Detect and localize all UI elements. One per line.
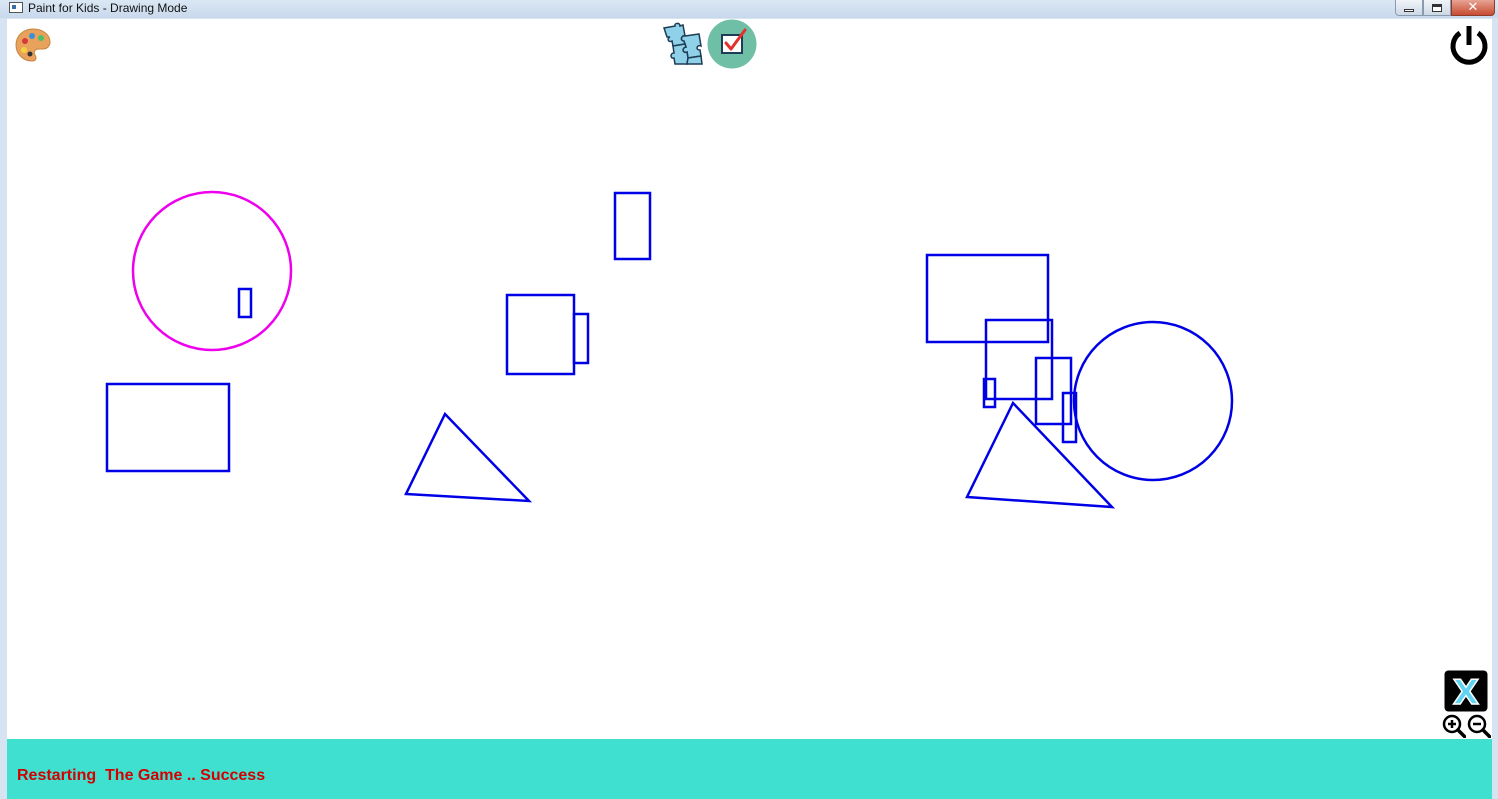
circle-shape[interactable] bbox=[1072, 320, 1234, 482]
status-bar: Restarting The Game .. Success bbox=[7, 739, 1492, 799]
rectangle-shape[interactable] bbox=[572, 312, 590, 365]
drawing-canvas[interactable]: X bbox=[7, 19, 1492, 739]
minimize-icon bbox=[1404, 9, 1414, 12]
title-bar: Paint for Kids - Drawing Mode ✕ bbox=[0, 0, 1498, 18]
minimize-button[interactable] bbox=[1395, 0, 1423, 16]
shapes-layer bbox=[105, 190, 1234, 509]
app-icon bbox=[9, 2, 23, 13]
rectangle-shape[interactable] bbox=[237, 287, 253, 319]
circle-shape[interactable] bbox=[131, 190, 293, 352]
rectangle-shape[interactable] bbox=[505, 293, 576, 376]
maximize-icon bbox=[1432, 3, 1442, 12]
rectangle-shape[interactable] bbox=[105, 382, 231, 473]
close-window-button[interactable]: ✕ bbox=[1451, 0, 1495, 16]
close-icon: ✕ bbox=[1467, 0, 1479, 15]
rectangle-shape[interactable] bbox=[925, 253, 1050, 344]
triangle-shape[interactable] bbox=[965, 400, 1116, 509]
maximize-button[interactable] bbox=[1423, 0, 1451, 16]
rectangle-shape[interactable] bbox=[1034, 356, 1073, 426]
rectangle-shape[interactable] bbox=[613, 191, 652, 261]
window-title: Paint for Kids - Drawing Mode bbox=[28, 1, 188, 15]
triangle-shape[interactable] bbox=[404, 411, 533, 503]
status-message: Restarting The Game .. Success bbox=[17, 767, 266, 784]
